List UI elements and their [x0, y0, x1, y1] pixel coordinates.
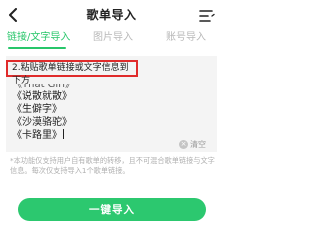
- clear-label: 清空: [190, 139, 206, 149]
- menu-button[interactable]: [199, 8, 215, 22]
- text-line: 《说散就散》: [12, 91, 72, 102]
- one-click-import-button[interactable]: 一键导入: [18, 198, 206, 221]
- active-tab-indicator: [8, 47, 66, 49]
- tab-account-import[interactable]: 账号导入: [166, 30, 206, 50]
- usage-note: *本功能仅支持用户自有歌单的转移，且不可混合歌单链接与文字信息。每次仅支持导入1…: [10, 156, 215, 175]
- clear-x-icon: ×: [179, 139, 188, 149]
- text-line: 《沙漠骆驼》: [12, 117, 72, 128]
- text-line: 《生僻字》: [12, 104, 62, 115]
- page-title: 歌单导入: [86, 8, 137, 22]
- menu-lines-icon: [199, 10, 215, 22]
- header-bar: 歌单导入: [0, 0, 223, 30]
- text-cursor: [63, 129, 64, 139]
- paste-instruction: 2.粘贴歌单链接或文字信息到下方: [6, 60, 138, 86]
- tab-image-import[interactable]: 图片导入: [93, 30, 133, 50]
- import-tabs: 链接/文字导入 图片导入 账号导入: [0, 30, 223, 50]
- text-line-content: 《卡路里》: [12, 130, 62, 141]
- clear-button[interactable]: × 清空: [179, 138, 206, 150]
